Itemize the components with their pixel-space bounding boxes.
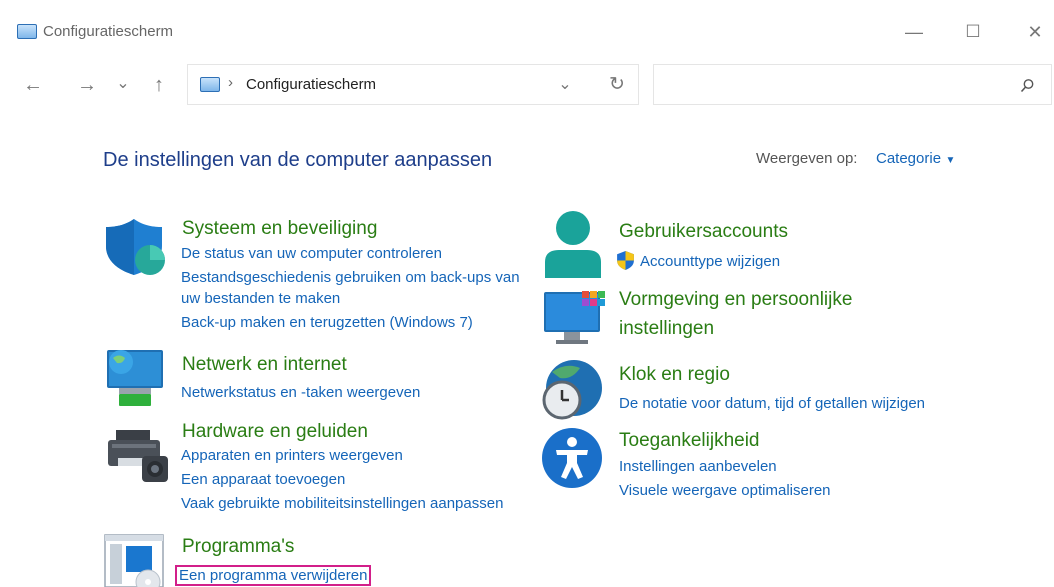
close-button[interactable]: ✕ — [1020, 17, 1050, 47]
link-network-status[interactable]: Netwerkstatus en -taken weergeven — [181, 384, 420, 401]
back-arrow-icon[interactable]: ← — [20, 72, 46, 98]
maximize-button[interactable]: ☐ — [958, 17, 988, 47]
category-system-security[interactable]: Systeem en beveiliging — [182, 218, 377, 240]
category-appearance-personalization-cont[interactable]: instellingen — [619, 318, 714, 340]
category-user-accounts[interactable]: Gebruikersaccounts — [619, 221, 788, 243]
link-recommend-settings[interactable]: Instellingen aanbevelen — [619, 458, 777, 475]
link-file-history[interactable]: Bestandsgeschiedenis gebruiken om back-u… — [181, 269, 520, 286]
forward-arrow-icon[interactable]: → — [74, 72, 100, 98]
view-by-value[interactable]: Categorie — [876, 150, 941, 167]
network-icon — [107, 350, 163, 406]
link-change-account-type[interactable]: Accounttype wijzigen — [640, 253, 780, 270]
monitor-icon — [544, 291, 605, 344]
control-panel-breadcrumb-icon — [200, 77, 220, 92]
view-by-dropdown[interactable]: Categorie ▼ — [876, 150, 955, 168]
link-add-device[interactable]: Een apparaat toevoegen — [181, 471, 345, 488]
up-arrow-icon[interactable]: ↑ — [146, 72, 172, 98]
caret-down-icon[interactable]: ▼ — [946, 155, 956, 166]
category-appearance-personalization[interactable]: Vormgeving en persoonlijke — [619, 289, 852, 311]
address-bar[interactable]: › Configuratiescherm ⌄ ↻ — [187, 64, 639, 105]
programs-icon — [104, 534, 164, 587]
clock-globe-icon — [542, 360, 602, 420]
window-title: Configuratiescherm — [43, 23, 174, 40]
category-accessibility[interactable]: Toegankelijkheid — [619, 430, 760, 452]
link-mobility-settings[interactable]: Vaak gebruikte mobiliteitsinstellingen a… — [181, 495, 503, 512]
uac-shield-icon — [617, 251, 634, 270]
link-check-status[interactable]: De status van uw computer controleren — [181, 245, 442, 262]
search-input[interactable] — [662, 73, 1006, 97]
search-icon[interactable] — [1019, 78, 1035, 94]
address-dropdown-chevron-icon[interactable]: ⌄ — [552, 71, 578, 97]
category-clock-region[interactable]: Klok en regio — [619, 364, 730, 386]
user-icon — [545, 211, 601, 278]
category-hardware-sound[interactable]: Hardware en geluiden — [182, 421, 368, 443]
accessibility-icon — [542, 428, 602, 488]
link-optimize-visual-display[interactable]: Visuele weergave optimaliseren — [619, 482, 831, 499]
link-file-history-cont[interactable]: uw bestanden te maken — [181, 290, 340, 307]
shield-icon — [106, 219, 165, 275]
link-uninstall-program[interactable]: Een programma verwijderen — [175, 565, 372, 586]
breadcrumb-separator[interactable]: › — [228, 74, 233, 91]
link-devices-printers[interactable]: Apparaten en printers weergeven — [181, 447, 403, 464]
title-bar: Configuratiescherm — ☐ ✕ — [0, 0, 1054, 62]
view-by-label: Weergeven op: — [756, 150, 858, 167]
refresh-icon[interactable]: ↻ — [604, 71, 630, 97]
link-date-time-format[interactable]: De notatie voor datum, tijd of getallen … — [619, 395, 925, 412]
category-network-internet[interactable]: Netwerk en internet — [182, 354, 347, 376]
recent-locations-chevron-icon[interactable]: ⌄ — [110, 70, 136, 96]
category-programs[interactable]: Programma's — [182, 536, 294, 558]
search-box[interactable] — [653, 64, 1052, 105]
control-panel-app-icon — [17, 24, 37, 39]
breadcrumb-item[interactable]: Configuratiescherm — [246, 76, 376, 93]
page-heading: De instellingen van de computer aanpasse… — [103, 149, 493, 171]
printer-icon — [108, 430, 168, 482]
link-backup-restore[interactable]: Back-up maken en terugzetten (Windows 7) — [181, 314, 473, 331]
minimize-button[interactable]: — — [899, 17, 929, 47]
